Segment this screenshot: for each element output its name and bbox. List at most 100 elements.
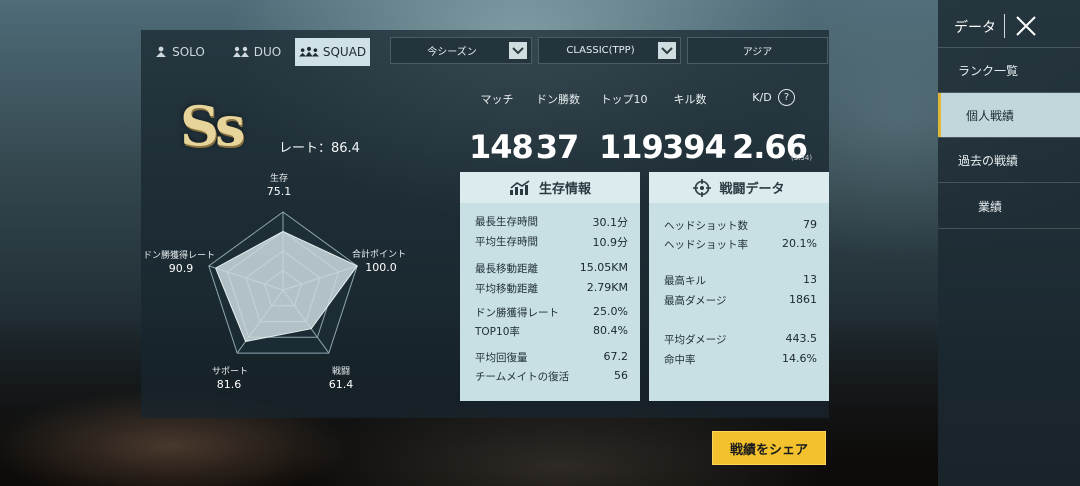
row-label: 平均ダメージ: [664, 334, 727, 346]
radar-label-survival: 生存: [269, 174, 288, 184]
row-value: 67.2: [603, 350, 629, 363]
stat-value-kills: 394: [662, 128, 727, 166]
nav-item-label: 過去の戦績: [958, 153, 1019, 168]
survival-row: TOP10率 80.4%: [475, 324, 628, 339]
row-value: 13: [803, 273, 817, 286]
help-icon[interactable]: ?: [778, 89, 795, 106]
mode-select[interactable]: CLASSIC(TPP): [538, 37, 681, 64]
row-label: 最高キル: [664, 275, 706, 287]
mode-tabs: SOLO DUO SQUAD: [141, 38, 370, 66]
season-select[interactable]: 今シーズン: [390, 37, 532, 64]
row-value: 15.05KM: [579, 261, 628, 274]
divider: [938, 228, 1080, 229]
stat-value-top10: 119: [599, 128, 664, 166]
combat-row: ヘッドショット率 20.1%: [664, 237, 817, 252]
survival-card-title: 生存情報: [538, 182, 591, 197]
nav-item-label: ランク一覧: [958, 63, 1019, 78]
nav-item-personal-stats[interactable]: 個人戦績: [938, 93, 1080, 137]
rank-badge: Ss: [180, 94, 245, 158]
nav-item-rank-list[interactable]: ランク一覧: [938, 48, 1080, 92]
tab-squad[interactable]: SQUAD: [295, 38, 370, 66]
combat-row: 命中率 14.6%: [664, 352, 817, 367]
row-label: 命中率: [664, 354, 696, 366]
combat-card: 戦闘データ ヘッドショット数 79 ヘッドショット率 20.1% 最高キル 13 最高…: [649, 172, 829, 401]
stat-header-matches: マッチ: [480, 93, 514, 106]
survival-card-header: 生存情報: [460, 172, 640, 203]
row-value: 2.79KM: [586, 281, 628, 294]
mode-select-value: CLASSIC(TPP): [566, 45, 635, 56]
radar-value-support: 81.6: [216, 378, 242, 391]
survival-row: 最長移動距離 15.05KM: [475, 261, 628, 276]
share-stats-button[interactable]: 戦績をシェア: [712, 431, 826, 465]
survival-row: 平均回復量 67.2: [475, 350, 628, 365]
row-value: 10.9分: [592, 236, 629, 249]
radar-label-win-rate: ドン勝獲得レート: [142, 251, 215, 261]
nav-item-label: 個人戦績: [966, 108, 1015, 123]
row-label: ヘッドショット率: [664, 239, 748, 251]
tab-solo[interactable]: SOLO: [141, 38, 218, 66]
side-nav-title: データ: [954, 20, 996, 36]
row-label: 平均回復量: [475, 352, 528, 364]
stat-kd-sub: (3.34): [791, 154, 813, 162]
row-value: 14.6%: [782, 352, 817, 365]
radar-label-total-points: 合計ポイント: [351, 250, 406, 260]
title-separator: [1004, 14, 1005, 38]
radar-value-survival: 75.1: [266, 185, 292, 198]
combat-row: ヘッドショット数 79: [664, 218, 817, 233]
stat-header-kills: キル数: [673, 93, 707, 106]
row-label: 最長生存時間: [475, 216, 538, 228]
solo-icon: [156, 46, 167, 57]
survival-card: 生存情報 最長生存時間 30.1分 平均生存時間 10.9分 最長移動距離 15.05…: [460, 172, 640, 401]
radar-label-support: サポート: [211, 367, 248, 377]
season-select-value: 今シーズン: [427, 47, 477, 58]
rate-label: レート：86.4: [279, 141, 360, 156]
row-label: 最高ダメージ: [664, 295, 727, 307]
close-icon[interactable]: [1013, 13, 1039, 39]
stat-header-top10: トップ10: [600, 93, 648, 106]
row-value: 443.5: [785, 332, 818, 345]
stat-value-matches: 148: [469, 128, 534, 166]
survival-row: チームメイトの復活 56: [475, 369, 628, 384]
row-value: 30.1分: [592, 216, 629, 229]
trend-chart-icon: [509, 179, 530, 195]
duo-icon: [232, 46, 249, 57]
survival-row: 平均生存時間 10.9分: [475, 234, 628, 250]
row-label: TOP10率: [475, 326, 520, 338]
row-label: 平均生存時間: [475, 236, 538, 248]
radar-value-win-rate: 90.9: [168, 262, 194, 275]
stat-header-wins: ドン勝数: [536, 93, 580, 106]
radar-value-total-points: 100.0: [365, 261, 397, 274]
row-value: 25.0%: [593, 305, 628, 318]
stat-value-wins: 37: [535, 128, 580, 166]
combat-row: 最高キル 13: [664, 273, 817, 288]
side-nav: データ ランク一覧 個人戦績 過去の戦績 業績: [938, 0, 1080, 486]
row-label: ドン勝獲得レート: [475, 307, 559, 319]
chevron-down-icon: [509, 42, 527, 59]
row-label: ヘッドショット数: [664, 220, 748, 232]
region-select[interactable]: アジア: [687, 37, 828, 64]
combat-card-header: 戦闘データ: [649, 172, 829, 203]
row-value: 79: [803, 218, 817, 231]
row-value: 80.4%: [593, 324, 628, 337]
combat-row: 最高ダメージ 1861: [664, 293, 817, 308]
nav-item-label: 業績: [978, 199, 1003, 214]
nav-item-past-stats[interactable]: 過去の戦績: [938, 138, 1080, 182]
region-select-value: アジア: [742, 47, 773, 58]
row-value: 1861: [789, 293, 817, 306]
tab-solo-label: SOLO: [172, 45, 205, 59]
combat-row: 平均ダメージ 443.5: [664, 332, 817, 347]
row-label: 平均移動距離: [475, 283, 538, 295]
survival-row: ドン勝獲得レート 25.0%: [475, 305, 628, 320]
nav-item-achievements[interactable]: 業績: [938, 184, 1080, 228]
tab-duo[interactable]: DUO: [218, 38, 295, 66]
radar-label-combat: 戦闘: [331, 367, 350, 377]
row-value: 20.1%: [782, 237, 817, 250]
combat-card-title: 戦闘データ: [719, 182, 785, 197]
stat-header-kd: K/D: [752, 91, 772, 104]
tab-duo-label: DUO: [253, 45, 282, 59]
radar-value-combat: 61.4: [328, 378, 354, 391]
survival-row: 最長生存時間 30.1分: [475, 214, 628, 230]
row-value: 56: [614, 369, 628, 382]
survival-row: 平均移動距離 2.79KM: [475, 281, 628, 296]
divider: [938, 182, 1080, 183]
